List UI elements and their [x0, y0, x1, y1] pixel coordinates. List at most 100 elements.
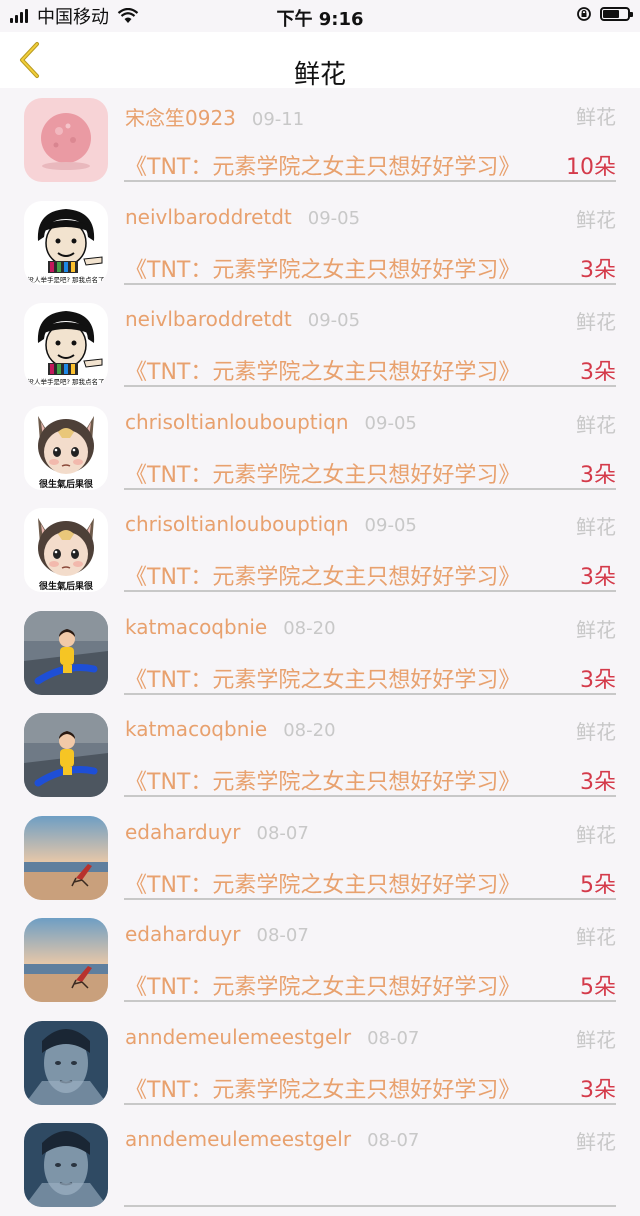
record-date: 08-07 — [367, 1027, 420, 1049]
gift-type-label: 鲜花 — [576, 822, 616, 847]
book-title-link[interactable]: 《TNT：元素学院之女主只想好好学习》 — [125, 457, 520, 489]
divider — [124, 590, 616, 592]
page-title: 鲜花 — [293, 60, 346, 90]
book-title-link[interactable]: 《TNT：元素学院之女主只想好好学习》 — [125, 559, 520, 591]
flower-count: 3朵 — [580, 565, 616, 590]
divider — [124, 795, 616, 797]
user-name-text: edaharduyr — [125, 922, 241, 946]
avatar[interactable]: 很生氣后果很 — [24, 508, 108, 592]
user-name: edaharduyr 08-07 — [125, 820, 309, 844]
user-name: 宋念笙0923 09-11 — [125, 102, 304, 131]
user-name: anndemeulemeestgelr 08-07 — [125, 1127, 419, 1151]
avatar[interactable] — [24, 1123, 108, 1207]
record-date: 08-07 — [256, 822, 309, 844]
book-title-link[interactable]: 《TNT：元素学院之女主只想好好学习》 — [125, 969, 520, 1001]
user-name-text: katmacoqbnie — [125, 614, 268, 639]
record-date: 08-20 — [283, 617, 336, 639]
avatar[interactable] — [24, 815, 108, 900]
nav-bar: 鲜花 — [0, 32, 640, 90]
book-title-link[interactable]: 《TNT：元素学院之女主只想好好学习》 — [125, 662, 520, 694]
list-item[interactable]: katmacoqbnie 08-20 鲜花 《TNT：元素学院之女主只想好好学习》… — [0, 601, 640, 704]
avatar-caption: 没人举手是吧? 那我点名了 — [27, 275, 104, 284]
book-title-link[interactable]: 《TNT：元素学院之女主只想好好学习》 — [125, 252, 520, 284]
rotation-lock-icon — [577, 7, 591, 21]
flower-count: 5朵 — [580, 872, 616, 898]
flower-count: 10朵 — [566, 155, 616, 180]
avatar[interactable]: 没人举手是吧? 那我点名了 — [24, 200, 108, 285]
divider — [124, 487, 616, 490]
user-name-text: 宋念笙0923 — [125, 106, 236, 130]
book-title-link[interactable]: 《TNT：元素学院之女主只想好好学习》 — [125, 149, 520, 181]
record-date: 09-05 — [307, 207, 361, 229]
gift-type-label: 鲜花 — [576, 412, 616, 437]
gift-type-label: 鲜花 — [576, 617, 616, 642]
book-title-link[interactable]: 《TNT：元素学院之女主只想好好学习》 — [125, 764, 520, 796]
record-date: 09-05 — [364, 412, 417, 434]
list-item[interactable]: edaharduyr 08-07 鲜花 《TNT：元素学院之女主只想好好学习》 5… — [0, 908, 640, 1011]
avatar[interactable] — [24, 713, 108, 797]
record-date: 08-07 — [367, 1130, 420, 1151]
avatar[interactable] — [24, 610, 108, 695]
divider — [124, 1205, 616, 1207]
divider — [124, 692, 616, 695]
avatar[interactable] — [24, 1020, 108, 1105]
divider — [124, 180, 616, 182]
list-item[interactable]: katmacoqbnie 08-20 鲜花 《TNT：元素学院之女主只想好好学习》… — [0, 703, 640, 806]
record-date: 09-05 — [364, 515, 417, 536]
book-title-link[interactable]: 《TNT：元素学院之女主只想好好学习》 — [125, 867, 520, 899]
gift-type-label: 鲜花 — [576, 1027, 616, 1052]
user-name: katmacoqbnie 08-20 — [125, 615, 336, 639]
battery-icon — [600, 7, 633, 21]
flower-record-list[interactable]: 宋念笙0923 09-11 鲜花 《TNT：元素学院之女主只想好好学习》 10朵 … — [0, 88, 640, 1216]
gift-type-label: 鲜花 — [576, 515, 616, 539]
user-name: neivlbaroddretdt 09-05 — [125, 307, 360, 331]
avatar[interactable]: 很生氣后果很 — [24, 405, 108, 490]
user-name-text: edaharduyr — [125, 819, 241, 844]
gift-type-label: 鲜花 — [576, 925, 616, 949]
user-name: neivlbaroddretdt 09-05 — [125, 205, 360, 229]
flower-count: 3朵 — [580, 1077, 616, 1103]
status-time: 下午 9:16 — [276, 9, 364, 30]
divider — [124, 1000, 616, 1002]
user-name: katmacoqbnie 08-20 — [125, 717, 336, 741]
user-name: chrisoltianloubouptiqn 09-05 — [125, 512, 417, 536]
list-item[interactable]: 很生氣后果很 chrisoltianloubouptiqn 09-05 鲜花 《T… — [0, 498, 640, 601]
user-name: chrisoltianloubouptiqn 09-05 — [125, 410, 417, 434]
user-name-text: anndemeulemeestgelr — [125, 1024, 352, 1049]
avatar[interactable] — [24, 918, 108, 1002]
avatar[interactable]: 没人举手是吧? 那我点名了 — [24, 303, 108, 387]
avatar[interactable] — [24, 98, 108, 182]
user-name: edaharduyr 08-07 — [125, 922, 309, 946]
gift-type-label: 鲜花 — [576, 1130, 616, 1154]
user-name-text: chrisoltianloubouptiqn — [125, 512, 349, 536]
list-item[interactable]: anndemeulemeestgelr 08-07 鲜花 《TNT：元素学院之女主… — [0, 1011, 640, 1114]
list-item[interactable]: edaharduyr 08-07 鲜花 《TNT：元素学院之女主只想好好学习》 5… — [0, 806, 640, 909]
list-item[interactable]: 没人举手是吧? 那我点名了 neivlbaroddretdt 09-05 鲜花 《… — [0, 191, 640, 294]
status-right — [576, 6, 633, 22]
divider — [124, 282, 616, 285]
flower-count: 3朵 — [580, 667, 616, 693]
list-item[interactable]: anndemeulemeestgelr 08-07 鲜花 — [0, 1113, 640, 1216]
book-title-link[interactable]: 《TNT：元素学院之女主只想好好学习》 — [125, 354, 520, 386]
divider — [124, 897, 616, 900]
list-item[interactable]: 很生氣后果很 chrisoltianloubouptiqn 09-05 鲜花 《T… — [0, 396, 640, 499]
gift-type-label: 鲜花 — [576, 720, 616, 744]
flower-count: 3朵 — [580, 360, 616, 385]
divider — [124, 385, 616, 387]
user-name-text: chrisoltianloubouptiqn — [125, 409, 349, 434]
user-name-text: neivlbaroddretdt — [125, 204, 292, 229]
user-name: anndemeulemeestgelr 08-07 — [125, 1025, 419, 1049]
book-title-link[interactable]: 《TNT：元素学院之女主只想好好学习》 — [125, 1072, 520, 1104]
gift-type-label: 鲜花 — [576, 207, 616, 232]
user-name-text: anndemeulemeestgelr — [125, 1127, 352, 1151]
list-item[interactable]: 宋念笙0923 09-11 鲜花 《TNT：元素学院之女主只想好好学习》 10朵 — [0, 88, 640, 191]
list-item[interactable]: 没人举手是吧? 那我点名了 neivlbaroddretdt 09-05 鲜花 《… — [0, 293, 640, 396]
avatar-caption: 很生氣后果很 — [38, 478, 94, 490]
record-date: 09-11 — [251, 109, 305, 130]
flower-count: 5朵 — [580, 975, 616, 1000]
status-bar: 中国移动 下午 9:16 — [0, 0, 640, 32]
flower-count: 3朵 — [580, 770, 616, 795]
avatar-caption: 很生氣后果很 — [38, 580, 94, 592]
user-name-text: neivlbaroddretdt — [125, 307, 292, 331]
gift-type-label: 鲜花 — [576, 105, 616, 129]
